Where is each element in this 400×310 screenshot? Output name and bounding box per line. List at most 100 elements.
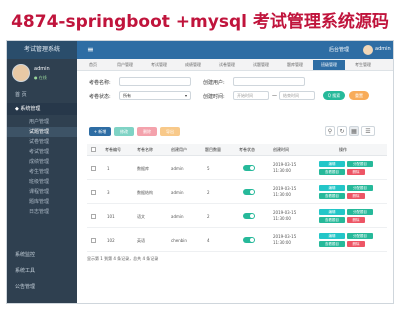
cell-name: 数据库 (137, 166, 149, 171)
sidebar-subitem[interactable]: 试卷管理 (7, 137, 77, 147)
delete-button[interactable]: 删除 (137, 127, 157, 136)
status-toggle[interactable] (243, 213, 255, 219)
columns-icon[interactable]: ☰ (361, 126, 375, 136)
sidebar-subitem[interactable]: 课程管理 (7, 187, 77, 197)
view-questions-button[interactable]: 查看题目 (319, 169, 345, 175)
sidebar-item-system[interactable]: ◆ 系统管理 (7, 103, 77, 115)
status-toggle[interactable] (243, 165, 255, 171)
grid-icon[interactable]: ▦ (349, 126, 359, 136)
col-header: 操作 (339, 147, 347, 152)
view-questions-button[interactable]: 查看题目 (319, 217, 345, 223)
tab[interactable]: 考生管理 (347, 60, 379, 70)
cell-count: 4 (207, 238, 210, 243)
sidebar-subitem[interactable]: 考生管理 (7, 167, 77, 177)
sidebar-subitem[interactable]: 成绩管理 (7, 157, 77, 167)
tab[interactable]: 成绩管理 (177, 60, 209, 70)
name-label: 考卷名称: (89, 80, 111, 86)
select-all-checkbox[interactable] (91, 147, 96, 152)
sidebar: admin ● 在线 首 页 ◆ 系统管理 用户管理 试题管理 试卷管理 考试管… (7, 59, 77, 303)
cell-creator: admin (171, 190, 184, 195)
search-icon[interactable]: ⚲ (325, 126, 335, 136)
delete-row-button[interactable]: 删除 (347, 241, 365, 247)
edit-row-button[interactable]: 编辑 (319, 161, 345, 167)
sidebar-subitem[interactable]: 班级管理 (7, 177, 77, 187)
view-questions-button[interactable]: 查看题目 (319, 193, 345, 199)
edit-button[interactable]: 修改 (114, 127, 134, 136)
delete-row-button[interactable]: 删除 (347, 217, 365, 223)
app-window: 考试管理系统 ≡ 后台管理 admin admin ● 在线 首 页 ◆ 系统管… (6, 40, 394, 304)
time-start-input[interactable]: 开始时间 (233, 91, 269, 100)
status-label: 考卷状态: (89, 94, 111, 100)
cell-id: 101 (107, 214, 115, 219)
cell-time: 2019-03-15 11:30:00 (273, 234, 297, 245)
cell-name: 语文 (137, 214, 145, 219)
cell-time: 2019-03-15 11:30:00 (273, 186, 297, 197)
sidebar-subitem[interactable]: 日志管理 (7, 207, 77, 217)
user-status: ● 在线 (34, 75, 47, 80)
cell-creator: admin (171, 166, 184, 171)
export-button[interactable]: 导出 (160, 127, 180, 136)
table-row[interactable]: 102 英语 chenbin 4 2019-03-15 11:30:00 编辑 … (87, 229, 387, 252)
cell-name: 英语 (137, 238, 145, 243)
tab-bar: 首页 用户管理 考试管理 成绩管理 试卷管理 试题管理 题库管理 班级管理 考生… (77, 59, 393, 71)
delete-row-button[interactable]: 删除 (347, 193, 365, 199)
table-row[interactable]: 1 数据库 admin 5 2019-03-15 11:30:00 编辑 分配题… (87, 157, 387, 180)
refresh-icon[interactable]: ↻ (337, 126, 347, 136)
cell-creator: chenbin (171, 238, 187, 243)
search-button[interactable]: Q 搜索 (323, 91, 345, 100)
sidebar-item-monitor[interactable]: 系统监控 (7, 249, 77, 261)
cell-name: 数据结构 (137, 190, 153, 195)
row-checkbox[interactable] (91, 214, 96, 219)
edit-row-button[interactable]: 编辑 (319, 185, 345, 191)
banner: 4874-springboot +mysql 考试管理系统源码 (0, 0, 400, 38)
avatar[interactable] (363, 45, 373, 55)
table-row[interactable]: 3 数据结构 admin 2 2019-03-15 11:30:00 编辑 分配… (87, 181, 387, 204)
cell-id: 1 (107, 166, 110, 171)
header-username[interactable]: admin (375, 46, 391, 52)
time-end-input[interactable]: 结束时间 (279, 91, 315, 100)
banner-title: 4874-springboot +mysql 考试管理系统源码 (11, 11, 389, 32)
cell-count: 2 (207, 190, 210, 195)
name-input[interactable] (119, 77, 191, 86)
assign-questions-button[interactable]: 分配题目 (347, 209, 373, 215)
tab[interactable]: 考试管理 (143, 60, 175, 70)
table-row[interactable]: 101 语文 admin 2 2019-03-15 11:30:00 编辑 分配… (87, 205, 387, 228)
row-checkbox[interactable] (91, 190, 96, 195)
tab[interactable]: 试题管理 (245, 60, 277, 70)
tab[interactable]: 用户管理 (109, 60, 141, 70)
sidebar-item-tools[interactable]: 系统工具 (7, 265, 77, 277)
tab[interactable]: 试卷管理 (211, 60, 243, 70)
time-label: 创建时间: (203, 94, 225, 100)
assign-questions-button[interactable]: 分配题目 (347, 161, 373, 167)
tab[interactable]: 题库管理 (279, 60, 311, 70)
sidebar-username: admin (34, 66, 50, 72)
reset-button[interactable]: 重置 (349, 91, 369, 100)
assign-questions-button[interactable]: 分配题目 (347, 233, 373, 239)
tab-active[interactable]: 班级管理 (313, 60, 345, 70)
cell-time: 2019-03-15 11:30:00 (273, 210, 297, 221)
status-select[interactable]: 所有 ▾ (119, 91, 191, 100)
table-header: 考卷编号 考卷名称 创建用户 题目数量 考卷状态 创建时间 操作 (87, 144, 387, 156)
creator-input[interactable] (233, 77, 305, 86)
row-checkbox[interactable] (91, 238, 96, 243)
row-checkbox[interactable] (91, 166, 96, 171)
sidebar-subitem-active[interactable]: 试题管理 (7, 127, 77, 137)
menu-toggle-icon[interactable]: ≡ (87, 44, 94, 56)
tab-home[interactable]: 首页 (79, 60, 107, 70)
col-header: 考卷编号 (105, 147, 121, 152)
system-label[interactable]: 后台管理 (329, 46, 349, 53)
edit-row-button[interactable]: 编辑 (319, 233, 345, 239)
sidebar-subitem[interactable]: 用户管理 (7, 117, 77, 127)
sidebar-item-home[interactable]: 首 页 (7, 89, 77, 101)
add-button[interactable]: + 新增 (89, 127, 111, 136)
edit-row-button[interactable]: 编辑 (319, 209, 345, 215)
delete-row-button[interactable]: 删除 (347, 169, 365, 175)
view-questions-button[interactable]: 查看题目 (319, 241, 345, 247)
sidebar-subitem[interactable]: 题库管理 (7, 197, 77, 207)
sidebar-subitem[interactable]: 考试管理 (7, 147, 77, 157)
assign-questions-button[interactable]: 分配题目 (347, 185, 373, 191)
status-toggle[interactable] (243, 189, 255, 195)
sidebar-item-notice[interactable]: 公告管理 (7, 281, 77, 293)
cell-id: 102 (107, 238, 115, 243)
status-toggle[interactable] (243, 237, 255, 243)
